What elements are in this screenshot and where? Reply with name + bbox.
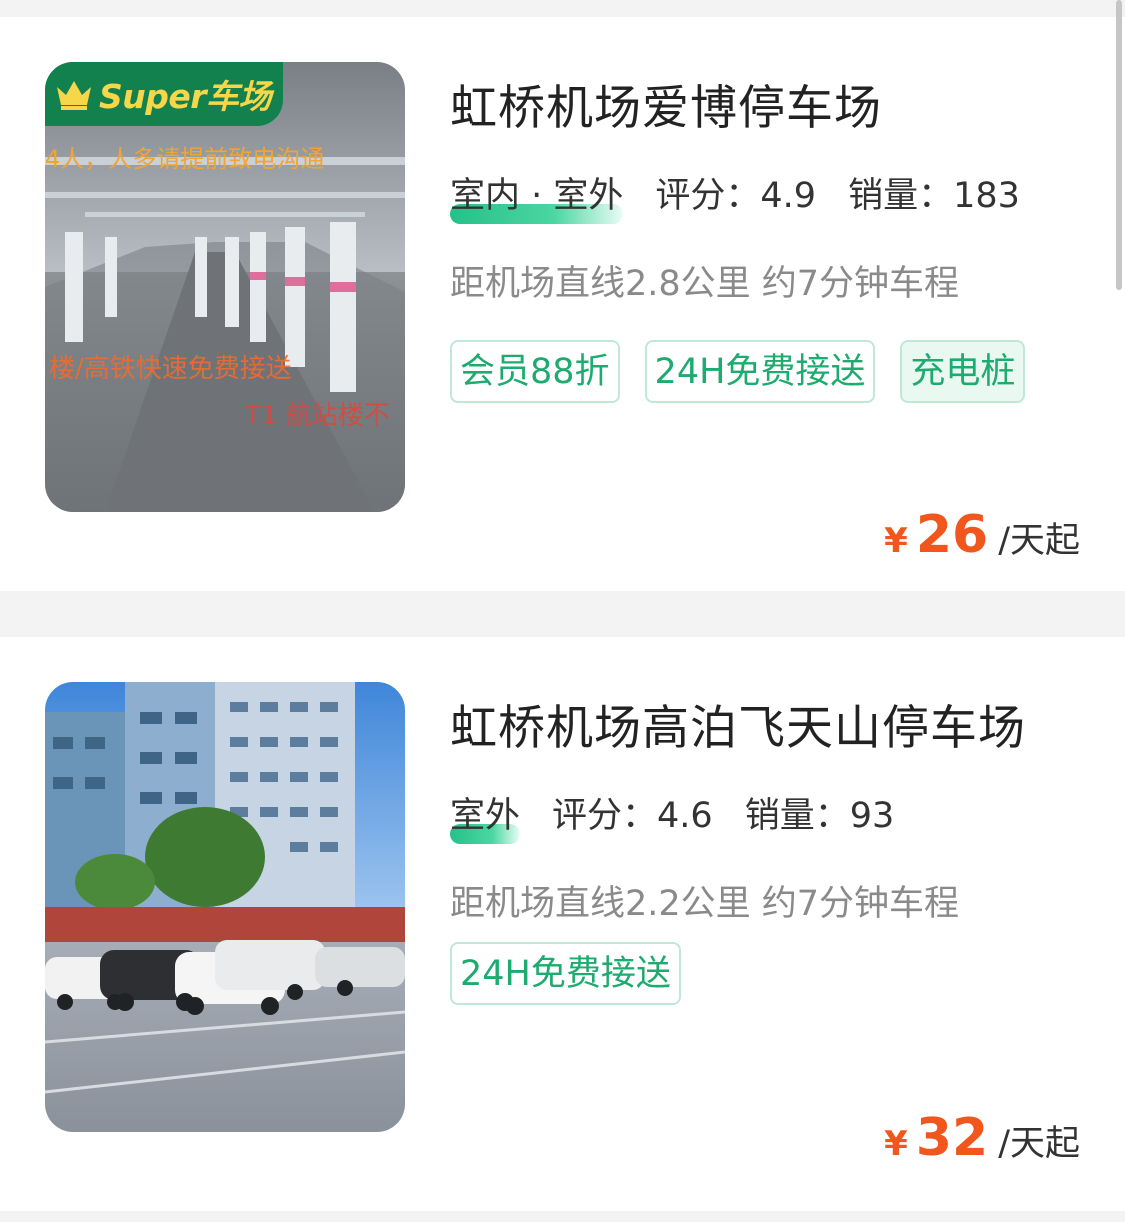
sales-label: 销量：	[848, 176, 954, 216]
outdoor-lot-photo	[45, 682, 405, 1132]
parking-card[interactable]: 4人，人多请提前致电沟通 楼/高铁快速免费接送 T1 航站楼不 Super车场 …	[0, 17, 1125, 591]
sales-label: 销量：	[744, 796, 850, 836]
super-parking-badge: Super车场	[45, 62, 283, 126]
rating-value: 4.6	[657, 796, 713, 836]
currency-symbol: ¥	[884, 521, 908, 561]
scrollbar[interactable]	[1113, 0, 1125, 300]
tag-free-shuttle: 24H免费接送	[644, 340, 876, 403]
rating-value: 4.9	[760, 176, 817, 216]
price-amount: 26	[915, 505, 989, 565]
parking-card[interactable]: 虹桥机场高泊飞天山停车场 室外 评分：4.6 销量：93 距机场直线2.2公里 …	[0, 637, 1125, 1211]
sales-value: 93	[849, 796, 895, 836]
parking-meta: 室外 评分：4.6 销量：93	[450, 787, 926, 844]
parking-photo[interactable]: 4人，人多请提前致电沟通 楼/高铁快速免费接送 T1 航站楼不 Super车场	[45, 62, 405, 512]
scrollbar-thumb[interactable]	[1116, 0, 1122, 290]
parking-name[interactable]: 虹桥机场高泊飞天山停车场	[450, 689, 1026, 758]
crown-icon	[57, 81, 91, 110]
tag-charging-pile: 充电桩	[900, 340, 1026, 403]
sales: 销量：183	[848, 167, 1020, 218]
parking-list-page: 4人，人多请提前致电沟通 楼/高铁快速免费接送 T1 航站楼不 Super车场 …	[0, 0, 1125, 1222]
garage-photo: 4人，人多请提前致电沟通 楼/高铁快速免费接送 T1 航站楼不	[45, 62, 405, 512]
parking-meta: 室内 · 室外 评分：4.9 销量：183	[450, 167, 1052, 224]
parking-photo[interactable]	[45, 682, 405, 1132]
tag-free-shuttle: 24H免费接送	[450, 942, 681, 1005]
tag-list: 会员88折 24H免费接送 充电桩	[450, 340, 1070, 403]
price: ¥ 32 /天起	[884, 1108, 1080, 1168]
tag-list: 24H免费接送	[450, 942, 1070, 1005]
badge-label: Super车场	[99, 77, 272, 116]
price: ¥ 26 /天起	[884, 505, 1080, 565]
price-unit: /天起	[998, 521, 1080, 561]
overlay-text-1: 4人，人多请提前致电沟通	[45, 145, 324, 173]
currency-symbol: ¥	[884, 1124, 908, 1164]
location-type: 室内 · 室外	[450, 167, 624, 224]
distance-info: 距机场直线2.2公里 约7分钟车程	[450, 884, 960, 924]
price-unit: /天起	[998, 1124, 1080, 1164]
parking-name[interactable]: 虹桥机场爱博停车场	[450, 69, 882, 138]
overlay-text-3: T1 航站楼不	[244, 401, 390, 431]
sales-value: 183	[953, 176, 1020, 216]
rating: 评分：4.9	[655, 167, 816, 218]
rating-label: 评分：	[655, 176, 761, 216]
location-type: 室外	[450, 787, 521, 844]
rating-label: 评分：	[552, 796, 658, 836]
sales: 销量：93	[745, 787, 895, 838]
price-amount: 32	[915, 1108, 989, 1168]
rating: 评分：4.6	[552, 787, 713, 838]
distance-info: 距机场直线2.8公里 约7分钟车程	[450, 264, 960, 304]
tag-member-discount: 会员88折	[450, 340, 620, 403]
overlay-text-2: 楼/高铁快速免费接送	[49, 354, 292, 384]
